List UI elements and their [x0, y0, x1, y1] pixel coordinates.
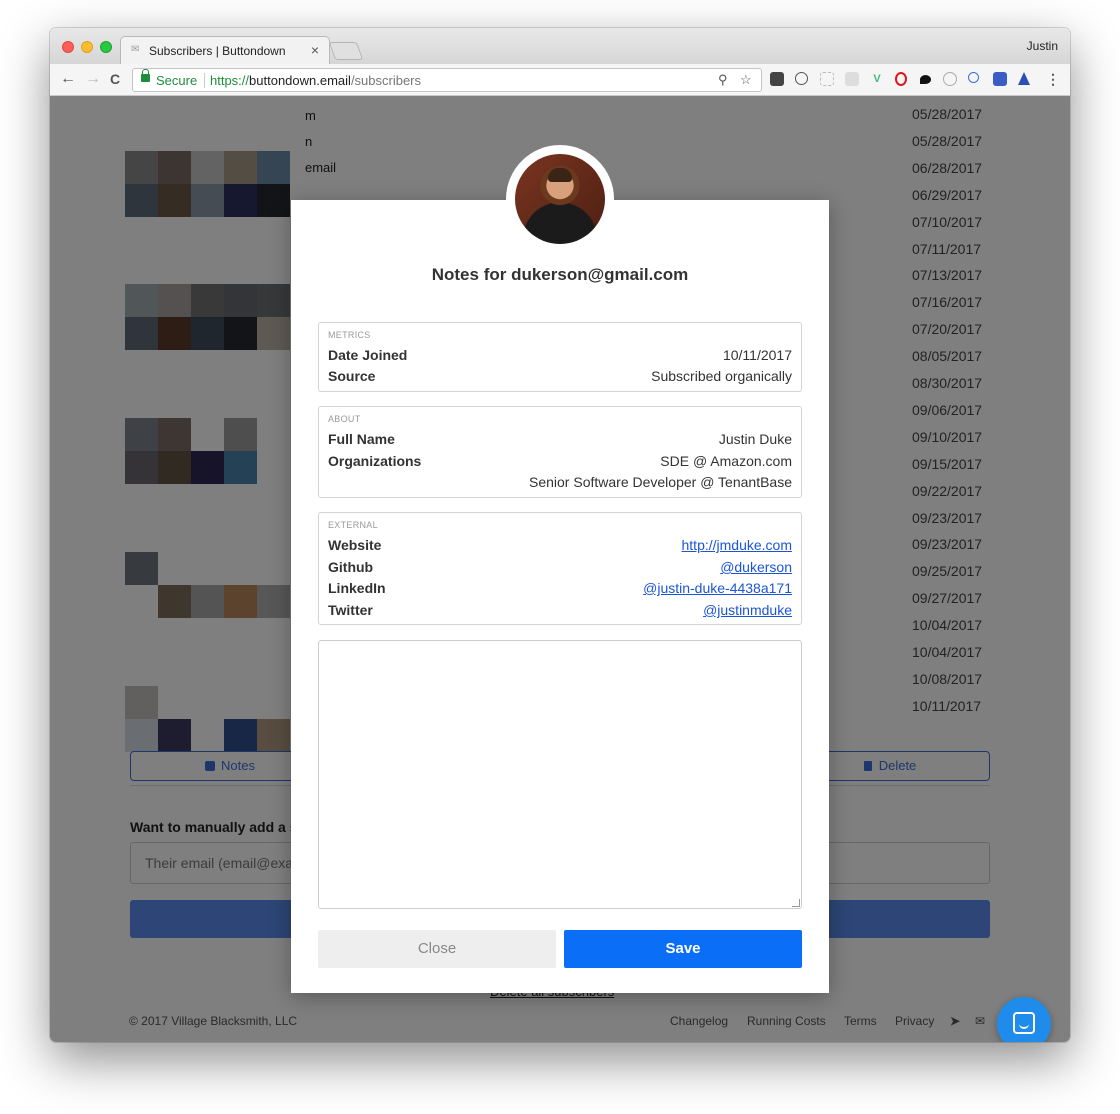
save-button[interactable]: Save — [564, 930, 802, 968]
divider — [204, 73, 205, 88]
about-value: Justin Duke — [718, 431, 792, 447]
section-label: METRICS — [328, 330, 371, 340]
external-key: Github — [328, 559, 374, 575]
metrics-section: METRICS Date Joined 10/11/2017 Source Su… — [318, 322, 802, 392]
browser-tab[interactable]: ✉ Subscribers | Buttondown × — [120, 36, 330, 64]
notes-modal: Notes for dukerson@gmail.com METRICS Dat… — [291, 145, 829, 993]
envelope-icon: ✉ — [131, 44, 140, 55]
github-link[interactable]: @dukerson — [720, 559, 792, 575]
external-key: LinkedIn — [328, 580, 386, 596]
linkedin-link[interactable]: @justin-duke-4438a171 — [643, 580, 792, 596]
bird-icon[interactable] — [920, 75, 931, 84]
chat-launcher-button[interactable] — [997, 997, 1051, 1042]
avatar — [515, 154, 605, 244]
cast-icon[interactable] — [845, 72, 859, 86]
about-section: ABOUT Full Name Justin Duke Organization… — [318, 406, 802, 498]
extension-icon[interactable] — [820, 72, 834, 86]
metric-value: Subscribed organically — [651, 368, 792, 384]
minimize-window-button[interactable] — [81, 41, 93, 53]
profile-name[interactable]: Justin — [1027, 39, 1058, 53]
section-label: EXTERNAL — [328, 520, 378, 530]
external-key: Website — [328, 537, 382, 553]
menu-icon[interactable]: ⋮ — [1046, 72, 1060, 86]
upload-icon[interactable] — [1018, 72, 1030, 85]
external-key: Twitter — [328, 602, 373, 618]
onepassword-icon[interactable] — [795, 72, 808, 85]
url-text[interactable]: https://buttondown.email/subscribers — [210, 73, 421, 88]
metric-key: Date Joined — [328, 347, 408, 363]
section-label: ABOUT — [328, 414, 361, 424]
new-tab-button[interactable] — [328, 42, 364, 60]
close-button[interactable]: Close — [318, 930, 556, 968]
url-path: /subscribers — [350, 73, 422, 88]
address-bar[interactable]: Secure https://buttondown.email/subscrib… — [132, 68, 762, 92]
about-key: Organizations — [328, 453, 422, 469]
url-scheme: https:// — [210, 73, 250, 88]
about-value: Senior Software Developer @ TenantBase — [529, 474, 792, 490]
secure-label: Secure — [156, 73, 198, 88]
magnifier-icon[interactable] — [968, 72, 979, 83]
tab-title: Subscribers | Buttondown — [149, 44, 286, 58]
back-icon[interactable]: ← — [60, 70, 76, 88]
external-section: EXTERNAL Website http://jmduke.com Githu… — [318, 512, 802, 625]
metric-key: Source — [328, 368, 376, 384]
lock-icon — [141, 69, 150, 82]
website-link[interactable]: http://jmduke.com — [682, 537, 793, 553]
url-host: buttondown.email — [249, 73, 351, 88]
key-icon[interactable]: ⚲ — [718, 72, 728, 88]
chat-icon — [1013, 1012, 1035, 1034]
reload-icon[interactable]: C — [110, 71, 120, 87]
close-window-button[interactable] — [62, 41, 74, 53]
forward-icon[interactable]: → — [85, 70, 101, 88]
circle-icon[interactable] — [943, 72, 957, 86]
subscribers-page: 05/28/201705/28/201706/28/201706/29/2017… — [50, 96, 1070, 1042]
vue-icon[interactable]: V — [870, 72, 884, 86]
browser-toolbar: ← → C Secure https://buttondown.email/su… — [50, 64, 1070, 96]
about-value: SDE @ Amazon.com — [660, 453, 792, 469]
avatar-frame — [506, 145, 614, 253]
notes-textarea[interactable] — [318, 640, 802, 909]
title-bar: ✉ Subscribers | Buttondown × Justin — [50, 28, 1070, 64]
modal-title: Notes for dukerson@gmail.com — [431, 265, 689, 284]
twitter-link[interactable]: @justinmduke — [703, 602, 792, 618]
tab-close-icon[interactable]: × — [311, 42, 319, 58]
metric-value: 10/11/2017 — [722, 347, 792, 363]
browser-window: ✉ Subscribers | Buttondown × Justin ← → … — [50, 28, 1070, 1042]
maximize-window-button[interactable] — [100, 41, 112, 53]
opera-icon[interactable] — [895, 72, 907, 86]
about-key: Full Name — [328, 431, 395, 447]
bookmark-icon[interactable] — [993, 72, 1007, 86]
resize-handle[interactable] — [792, 899, 800, 907]
star-icon[interactable]: ☆ — [740, 72, 752, 88]
pocket-icon[interactable] — [770, 72, 784, 86]
